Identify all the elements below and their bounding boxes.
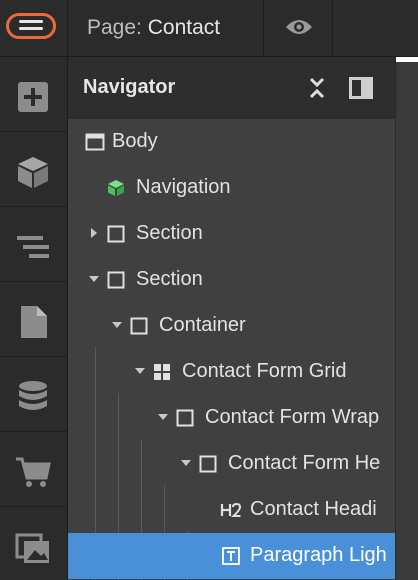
page-selector[interactable]: Page: Contact bbox=[87, 16, 220, 40]
box-icon bbox=[107, 225, 125, 243]
pages-button[interactable] bbox=[0, 282, 67, 357]
grid-icon bbox=[154, 364, 170, 380]
tree-row-label: Contact Headi bbox=[250, 498, 377, 520]
panel-scrollbar[interactable] bbox=[395, 57, 418, 580]
add-elements-button[interactable] bbox=[0, 57, 67, 132]
navigator-icon bbox=[17, 236, 49, 258]
symbols-button[interactable] bbox=[0, 132, 67, 207]
ecommerce-button[interactable] bbox=[0, 432, 67, 507]
assets-button[interactable] bbox=[0, 507, 67, 580]
box-icon bbox=[176, 409, 194, 427]
box-icon bbox=[199, 455, 217, 473]
eye-icon bbox=[286, 20, 312, 34]
heading-h2-icon bbox=[220, 502, 242, 517]
tree-row-label: Navigation bbox=[136, 176, 231, 198]
navigator-title: Navigator bbox=[83, 76, 176, 98]
caret-down-icon[interactable] bbox=[134, 367, 146, 375]
tree-row-navigation[interactable]: Navigation bbox=[68, 165, 395, 211]
tree-row-label: Section bbox=[136, 268, 203, 290]
tree-row-section[interactable]: Section bbox=[68, 211, 395, 257]
navigator-button[interactable] bbox=[0, 207, 67, 282]
preview-button[interactable] bbox=[263, 0, 333, 56]
text-block-icon bbox=[222, 547, 240, 565]
top-bar: Page: Contact bbox=[0, 0, 418, 57]
cart-icon bbox=[16, 457, 51, 487]
collapse-icon[interactable] bbox=[308, 77, 326, 99]
menu-button[interactable] bbox=[0, 0, 68, 56]
assets-icon bbox=[15, 533, 49, 563]
navigator-header: Navigator bbox=[68, 57, 395, 119]
tree-row-label: Section bbox=[136, 222, 203, 244]
left-toolbar bbox=[0, 57, 68, 580]
scrollbar-top bbox=[396, 57, 418, 62]
tree-row-paragraph-selected[interactable]: Paragraph Ligh bbox=[68, 533, 395, 579]
database-icon bbox=[19, 381, 47, 410]
page-icon bbox=[21, 306, 47, 338]
tree-row-label: Container bbox=[159, 314, 246, 336]
page-name: Contact bbox=[147, 16, 221, 39]
add-icon bbox=[18, 82, 48, 112]
caret-down-icon[interactable] bbox=[88, 275, 100, 283]
caret-right-icon[interactable] bbox=[90, 227, 98, 239]
navigator-panel: Navigator Body Navigation Section Sectio… bbox=[68, 57, 395, 580]
symbol-icon bbox=[108, 180, 124, 196]
tree-row-label: Contact Form Grid bbox=[182, 360, 347, 382]
tree-row-container[interactable]: Container bbox=[68, 303, 395, 349]
tree-row-label: Body bbox=[112, 130, 158, 152]
tree-row-label: Contact Form Wrap bbox=[205, 406, 380, 428]
tree-row-section[interactable]: Section bbox=[68, 257, 395, 303]
tree-row-contact-form-wrap[interactable]: Contact Form Wrap bbox=[68, 395, 395, 441]
navigator-tree: Body Navigation Section Section Containe… bbox=[68, 119, 395, 580]
cms-button[interactable] bbox=[0, 357, 67, 432]
tree-row-contact-heading[interactable]: Contact Headi bbox=[68, 487, 395, 533]
tree-row-label: Contact Form He bbox=[228, 452, 381, 474]
dock-panel-icon[interactable] bbox=[349, 77, 373, 99]
cube-icon bbox=[18, 157, 48, 188]
tree-row-contact-form-grid[interactable]: Contact Form Grid bbox=[68, 349, 395, 395]
tree-row-body[interactable]: Body bbox=[68, 119, 395, 165]
body-icon bbox=[85, 133, 105, 151]
hamburger-icon bbox=[6, 13, 56, 39]
tree-row-label: Paragraph Ligh bbox=[250, 544, 387, 566]
tree-row-contact-form-header[interactable]: Contact Form He bbox=[68, 441, 395, 487]
caret-down-icon[interactable] bbox=[180, 459, 192, 467]
box-icon bbox=[130, 317, 148, 335]
box-icon bbox=[107, 271, 125, 289]
caret-down-icon[interactable] bbox=[157, 413, 169, 421]
page-prefix: Page: bbox=[87, 16, 142, 39]
caret-down-icon[interactable] bbox=[111, 321, 123, 329]
